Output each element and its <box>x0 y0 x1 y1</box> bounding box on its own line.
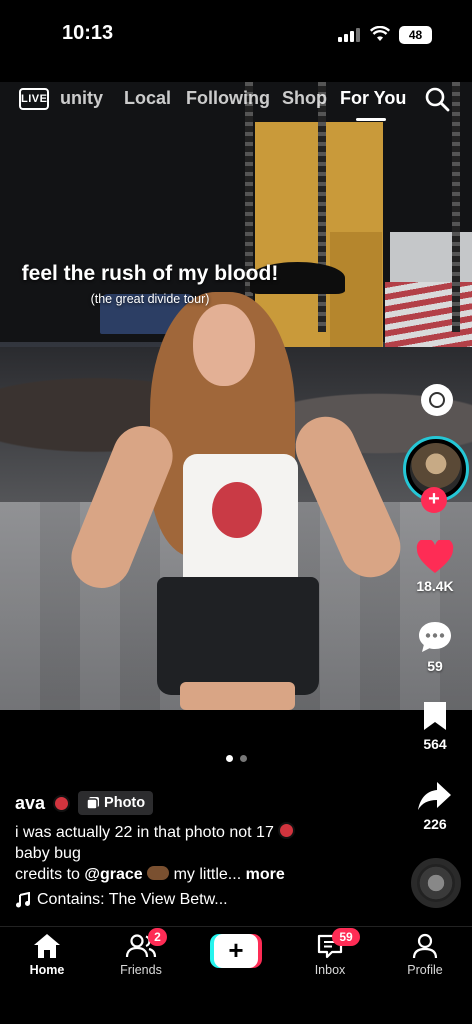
friends-badge: 2 <box>148 928 167 946</box>
post-info: ava Photo i was actually 22 in that phot… <box>15 790 400 909</box>
sound-row[interactable]: Contains: The View Betw... <box>15 891 400 909</box>
ladybug-graphic <box>212 482 262 538</box>
carousel-dot-active <box>226 755 233 762</box>
desc-line: baby bug <box>15 845 81 862</box>
tab-local[interactable]: Local <box>124 88 171 109</box>
like-button[interactable]: 18.4K <box>400 540 470 594</box>
share-icon <box>418 782 451 810</box>
nav-profile-label: Profile <box>407 963 443 977</box>
carousel-dot <box>240 755 247 762</box>
music-note-icon <box>16 892 30 908</box>
create-button[interactable]: + <box>210 934 262 968</box>
tab-community[interactable]: unity <box>60 88 103 109</box>
person-face <box>193 304 255 386</box>
stage-truss <box>318 82 326 332</box>
save-button[interactable]: 564 <box>400 700 470 752</box>
scan-icon <box>429 392 445 408</box>
live-button[interactable]: LIVE <box>19 88 49 110</box>
desc-line: i was actually 22 in that photo not 17 <box>15 824 274 841</box>
save-count: 564 <box>423 736 447 752</box>
overlay-subtitle: (the great divide tour) <box>90 292 210 306</box>
carousel-indicator <box>226 755 250 763</box>
person-skirt <box>157 577 319 695</box>
signal-icon <box>338 28 360 42</box>
more-link[interactable]: more <box>246 866 285 883</box>
overlay-title: feel the rush of my blood! <box>21 262 279 285</box>
wifi-icon <box>370 26 390 41</box>
nav-home-label: Home <box>29 963 65 977</box>
heart-icon <box>416 540 454 573</box>
like-count: 18.4K <box>416 578 454 594</box>
visual-search-button[interactable] <box>421 384 453 416</box>
comment-icon <box>419 622 451 652</box>
stage-truss <box>452 82 460 332</box>
comment-count: 59 <box>427 658 443 674</box>
home-icon <box>34 934 60 958</box>
inbox-badge: 59 <box>332 928 360 946</box>
sound-disc[interactable] <box>411 858 461 908</box>
credits-prefix: credits to <box>15 866 80 883</box>
nav-friends-label: Friends <box>120 963 162 977</box>
username[interactable]: ava <box>15 793 45 814</box>
search-icon[interactable] <box>424 86 450 112</box>
post-description[interactable]: i was actually 22 in that photo not 17 b… <box>15 822 400 885</box>
nav-profile[interactable]: Profile <box>385 933 465 977</box>
plus-icon: + <box>214 934 258 968</box>
active-tab-indicator <box>356 118 386 121</box>
ladybug-emoji-icon <box>278 822 296 839</box>
nav-home[interactable]: Home <box>7 933 87 977</box>
comment-button[interactable]: 59 <box>400 620 470 674</box>
nav-friends[interactable]: Friends <box>101 933 181 977</box>
share-button[interactable]: 226 <box>400 780 470 832</box>
tab-shop[interactable]: Shop <box>282 88 327 109</box>
photo-badge-label: Photo <box>104 795 146 811</box>
person-legs <box>180 682 295 710</box>
top-nav: LIVE unity Local Following Shop For You <box>0 82 472 121</box>
mention-link[interactable]: @grace <box>84 866 142 883</box>
share-count: 226 <box>423 816 447 832</box>
photo-badge: Photo <box>78 791 154 815</box>
photo-icon <box>86 797 100 810</box>
profile-icon <box>412 933 438 959</box>
desc-truncated: my little... <box>173 866 242 883</box>
sound-title: Contains: The View Betw... <box>37 891 228 908</box>
status-time: 10:13 <box>62 22 114 44</box>
post-photo[interactable]: feel the rush of my blood! (the great di… <box>0 82 472 710</box>
status-bar: 10:13 48 <box>0 0 472 72</box>
photo-text-overlay: feel the rush of my blood! (the great di… <box>0 262 300 306</box>
battery-indicator: 48 <box>399 26 432 44</box>
follow-button[interactable]: + <box>421 487 447 513</box>
nav-inbox-label: Inbox <box>314 963 346 977</box>
tab-following[interactable]: Following <box>186 88 270 109</box>
bookmark-icon <box>424 702 446 730</box>
tab-for-you[interactable]: For You <box>340 88 406 109</box>
otter-emoji-icon <box>147 866 170 880</box>
ladybug-emoji-icon <box>53 794 71 812</box>
